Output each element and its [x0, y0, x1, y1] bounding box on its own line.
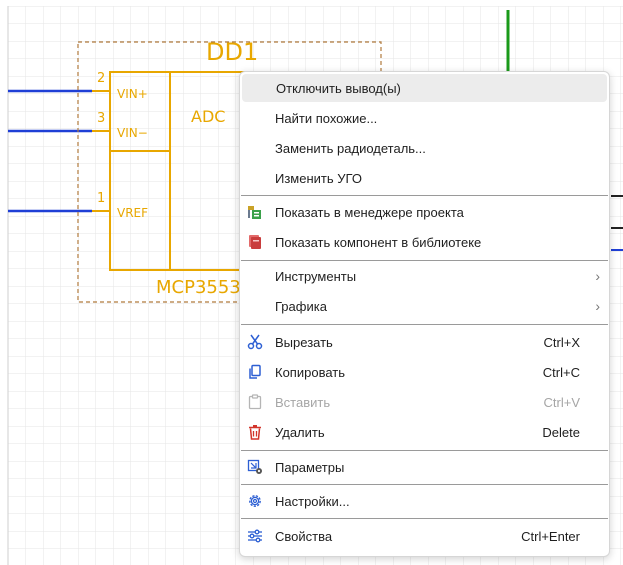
pin-name: VIN− — [117, 126, 148, 140]
pin-number: 1 — [97, 191, 105, 206]
parameters-icon — [247, 459, 262, 474]
shortcut-label: Delete — [542, 424, 580, 440]
menu-item-label: Найти похожие... — [275, 110, 378, 126]
menu-item-label: Копировать — [275, 364, 345, 380]
trash-icon — [249, 425, 261, 440]
menu-item-label: Графика — [275, 298, 327, 314]
chevron-right-icon: › — [595, 268, 600, 284]
pin-name: VIN+ — [117, 87, 148, 101]
menu-item-label: Удалить — [275, 424, 325, 440]
component-part-name: MCP3553 — [156, 277, 241, 298]
menu-separator — [241, 518, 608, 519]
paste-icon — [248, 394, 262, 410]
menu-item-label: Заменить радиодеталь... — [275, 140, 426, 156]
context-menu: Отключить вывод(ы) Найти похожие... Заме… — [239, 71, 610, 557]
menu-separator — [241, 260, 608, 261]
component-refdes: DD1 — [206, 38, 258, 66]
shortcut-label: Ctrl+X — [543, 334, 580, 350]
shortcut-label: Ctrl+C — [542, 364, 580, 380]
menu-item-show-in-project-manager[interactable]: Показать в менеджере проекта — [241, 198, 608, 226]
menu-item-tools[interactable]: Инструменты › — [241, 262, 608, 290]
menu-separator — [241, 450, 608, 451]
menu-separator — [241, 324, 608, 325]
menu-item-cut[interactable]: Вырезать Ctrl+X — [241, 328, 608, 356]
menu-item-label: Отключить вывод(ы) — [276, 80, 401, 96]
menu-item-label: Вставить — [275, 394, 331, 410]
pin-number: 3 — [97, 111, 105, 126]
menu-item-properties[interactable]: Свойства Ctrl+Enter — [241, 522, 608, 550]
menu-item-label: Изменить УГО — [275, 170, 362, 186]
menu-item-settings[interactable]: Настройки... — [241, 487, 608, 515]
menu-item-replace-part[interactable]: Заменить радиодеталь... — [241, 134, 608, 162]
chevron-right-icon: › — [595, 298, 600, 314]
menu-item-change-symbol[interactable]: Изменить УГО — [241, 164, 608, 192]
scissors-icon — [247, 334, 263, 350]
menu-separator — [241, 195, 608, 196]
menu-item-label: Показать в менеджере проекта — [275, 204, 464, 220]
menu-item-label: Показать компонент в библиотеке — [275, 234, 482, 250]
copy-icon — [249, 364, 261, 379]
menu-item-copy[interactable]: Копировать Ctrl+C — [241, 358, 608, 386]
menu-separator — [241, 484, 608, 485]
shortcut-label: Ctrl+V — [543, 394, 580, 410]
menu-item-show-in-library[interactable]: Показать компонент в библиотеке — [241, 228, 608, 256]
library-icon — [249, 235, 261, 249]
pin-number: 2 — [97, 71, 105, 86]
menu-item-label: Свойства — [275, 528, 333, 544]
menu-item-delete[interactable]: Удалить Delete — [241, 418, 608, 446]
menu-item-disable-pins[interactable]: Отключить вывод(ы) — [242, 74, 607, 102]
project-manager-icon — [248, 206, 261, 219]
pin-name: VREF — [117, 206, 148, 220]
menu-item-label: Вырезать — [275, 334, 333, 350]
block-label: ADC — [191, 107, 225, 126]
menu-item-label: Инструменты — [275, 268, 357, 284]
menu-item-label: Настройки... — [275, 493, 350, 509]
menu-item-paste[interactable]: Вставить Ctrl+V — [241, 388, 608, 416]
menu-item-parameters[interactable]: Параметры — [241, 453, 608, 481]
menu-item-label: Параметры — [275, 459, 345, 475]
gear-icon — [249, 495, 261, 507]
sliders-icon — [248, 529, 262, 543]
menu-item-graphics[interactable]: Графика › — [241, 292, 608, 320]
shortcut-label: Ctrl+Enter — [521, 528, 580, 544]
menu-item-find-similar[interactable]: Найти похожие... — [241, 104, 608, 132]
